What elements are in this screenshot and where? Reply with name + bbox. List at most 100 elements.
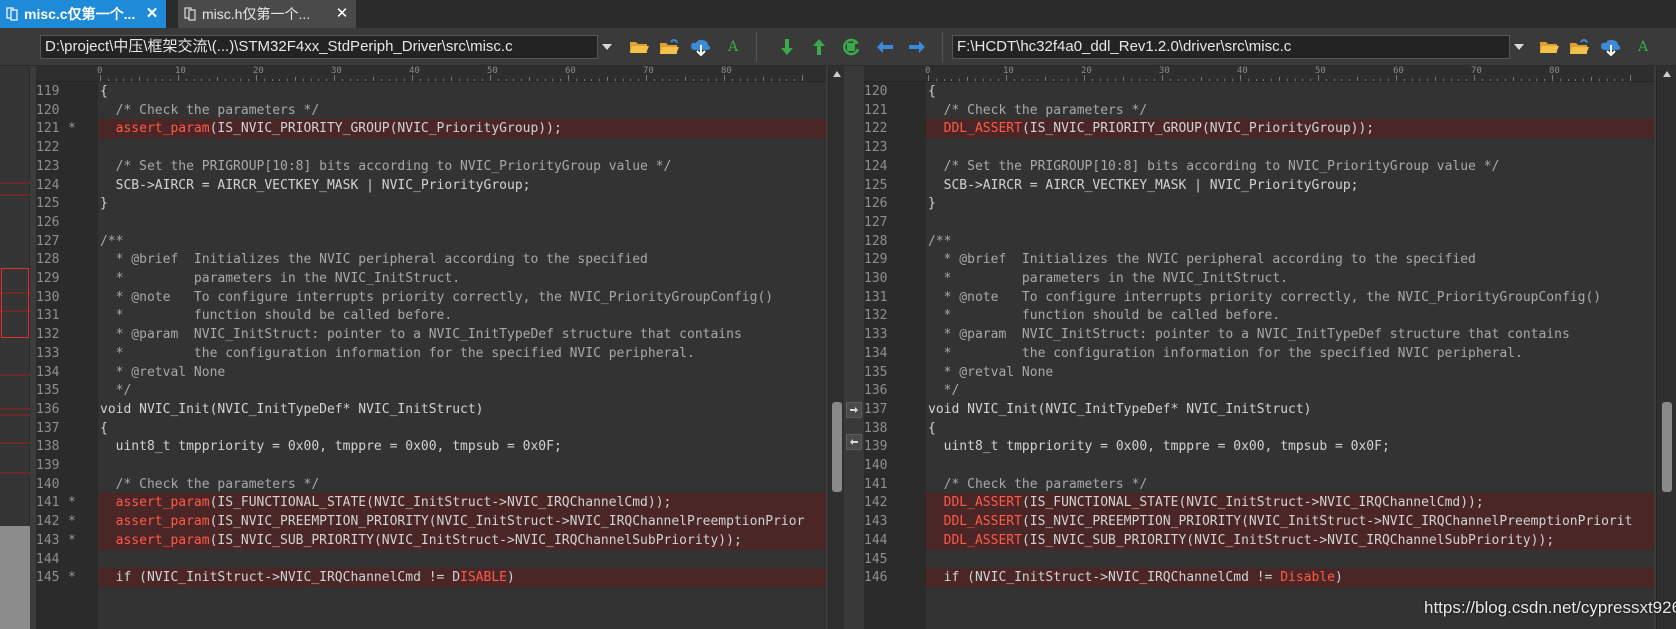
code-line[interactable]: * the configuration information for the … (926, 344, 1654, 364)
open-folder-icon[interactable] (628, 36, 650, 58)
code-line[interactable]: * parameters in the NVIC_InitStruct. (926, 269, 1654, 289)
save-cloud-icon[interactable] (1600, 36, 1622, 58)
ruler-tick (716, 79, 718, 81)
scrollbar-thumb[interactable] (1662, 402, 1672, 492)
code-line[interactable]: * @retval None (926, 363, 1654, 383)
code-line[interactable]: /* Set the PRIGROUP[10:8] bits according… (98, 157, 826, 177)
code-line[interactable] (98, 138, 826, 158)
code-line[interactable]: * @note To configure interrupts priority… (926, 288, 1654, 308)
code-line[interactable]: * @brief Initializes the NVIC peripheral… (98, 250, 826, 270)
ruler-tick (380, 79, 382, 81)
code-line[interactable]: */ (926, 381, 1654, 401)
code-line[interactable] (98, 456, 826, 476)
code-line[interactable]: DDL_ASSERT(IS_NVIC_PRIORITY_GROUP(NVIC_P… (926, 119, 1654, 139)
code-line[interactable]: assert_param(IS_NVIC_PREEMPTION_PRIORITY… (98, 512, 826, 532)
ruler-tick (1052, 79, 1054, 81)
code-line[interactable]: SCB->AIRCR = AIRCR_VECTKEY_MASK | NVIC_P… (926, 176, 1654, 196)
code-line[interactable] (926, 456, 1654, 476)
save-cloud-icon[interactable] (690, 36, 712, 58)
right-vertical-scrollbar[interactable] (1656, 66, 1676, 629)
code-line[interactable]: DDL_ASSERT(IS_NVIC_PREEMPTION_PRIORITY(N… (926, 512, 1654, 532)
code-token: DDL_ASSERT (943, 121, 1022, 137)
open-folder-icon[interactable] (1538, 36, 1560, 58)
tab-misc-c[interactable]: misc.c仅第一个... ✕ (0, 0, 166, 28)
code-token: */ (928, 383, 960, 399)
left-path-field[interactable]: D:\project\中压\框架交流\(...)\STM32F4xx_StdPe… (40, 35, 598, 59)
font-icon[interactable]: A (722, 36, 744, 58)
code-line[interactable]: DDL_ASSERT(IS_FUNCTIONAL_STATE(NVIC_Init… (926, 493, 1654, 513)
code-line[interactable]: * @retval None (98, 363, 826, 383)
code-line[interactable]: * @brief Initializes the NVIC peripheral… (926, 250, 1654, 270)
previous-diff-icon[interactable] (808, 36, 830, 58)
chevron-down-icon[interactable] (1508, 35, 1530, 59)
left-code-pane[interactable]: 0 10 20 30 40 50 60 70 80 { /* Check the paramet… (36, 66, 826, 629)
scroll-up-arrow-icon[interactable] (1661, 68, 1673, 80)
code-line[interactable]: uint8_t tmppriority = 0x00, tmppre = 0x0… (98, 437, 826, 457)
code-line[interactable]: /* Check the parameters */ (98, 475, 826, 495)
next-diff-icon[interactable] (776, 36, 798, 58)
scroll-up-arrow-icon[interactable] (831, 68, 843, 80)
code-line[interactable]: assert_param(IS_FUNCTIONAL_STATE(NVIC_In… (98, 493, 826, 513)
code-text-area[interactable]: { /* Check the parameters */ DDL_ASSERT(… (926, 82, 1654, 629)
code-line[interactable]: { (98, 419, 826, 439)
code-line[interactable]: * the configuration information for the … (98, 344, 826, 364)
left-vertical-scrollbar[interactable] (828, 66, 844, 629)
code-line[interactable]: /** (926, 232, 1654, 252)
code-line[interactable]: assert_param(IS_NVIC_PRIORITY_GROUP(NVIC… (98, 119, 826, 139)
right-path-field[interactable]: F:\HCDT\hc32f4a0_ddl_Rev1.2.0\driver\src… (952, 35, 1510, 59)
close-icon[interactable]: ✕ (144, 6, 160, 22)
code-line[interactable]: * @note To configure interrupts priority… (98, 288, 826, 308)
ruler-tick (1544, 79, 1546, 81)
code-line[interactable] (926, 213, 1654, 233)
code-line[interactable]: if (NVIC_InitStruct->NVIC_IRQChannelCmd … (98, 568, 826, 588)
code-line[interactable]: SCB->AIRCR = AIRCR_VECTKEY_MASK | NVIC_P… (98, 176, 826, 196)
code-line[interactable] (98, 213, 826, 233)
code-line[interactable]: * parameters in the NVIC_InitStruct. (98, 269, 826, 289)
code-line[interactable] (926, 550, 1654, 570)
code-text-area[interactable]: { /* Check the parameters */ assert_para… (98, 82, 826, 629)
recent-folder-icon[interactable] (1568, 36, 1590, 58)
recent-folder-icon[interactable] (658, 36, 680, 58)
code-line[interactable]: * function should be called before. (926, 306, 1654, 326)
close-icon[interactable]: ✕ (334, 6, 350, 22)
refresh-icon[interactable] (840, 36, 862, 58)
code-line[interactable] (926, 138, 1654, 158)
scrollbar-thumb[interactable] (832, 402, 842, 492)
code-line[interactable]: /* Check the parameters */ (926, 101, 1654, 121)
code-line[interactable]: void NVIC_Init(NVIC_InitTypeDef* NVIC_In… (926, 400, 1654, 420)
code-line[interactable]: { (926, 82, 1654, 102)
code-line[interactable]: { (98, 82, 826, 102)
code-line[interactable]: /* Check the parameters */ (98, 101, 826, 121)
copy-right-icon[interactable] (906, 36, 928, 58)
code-line[interactable]: * @param NVIC_InitStruct: pointer to a N… (98, 325, 826, 345)
code-line[interactable]: DDL_ASSERT(IS_NVIC_SUB_PRIORITY(NVIC_Ini… (926, 531, 1654, 551)
code-line[interactable]: * @param NVIC_InitStruct: pointer to a N… (926, 325, 1654, 345)
tab-label: misc.c仅第一个... (24, 6, 136, 22)
ruler-tick (302, 79, 304, 81)
tab-misc-h[interactable]: misc.h仅第一个... ✕ (178, 0, 356, 28)
code-line[interactable]: /* Check the parameters */ (926, 475, 1654, 495)
code-line[interactable]: /** (98, 232, 826, 252)
copy-left-icon[interactable] (874, 36, 896, 58)
merge-right-arrow-icon[interactable] (846, 402, 862, 418)
code-line[interactable]: uint8_t tmppriority = 0x00, tmppre = 0x0… (926, 437, 1654, 457)
code-line[interactable]: * function should be called before. (98, 306, 826, 326)
code-line[interactable]: void NVIC_Init(NVIC_InitTypeDef* NVIC_In… (98, 400, 826, 420)
line-number: 131 (864, 289, 888, 305)
code-line[interactable]: { (926, 419, 1654, 439)
code-line[interactable]: /* Set the PRIGROUP[10:8] bits according… (926, 157, 1654, 177)
code-line[interactable]: assert_param(IS_NVIC_SUB_PRIORITY(NVIC_I… (98, 531, 826, 551)
code-line[interactable]: if (NVIC_InitStruct->NVIC_IRQChannelCmd … (926, 568, 1654, 588)
diff-marker: * (68, 495, 76, 511)
code-line[interactable] (98, 550, 826, 570)
code-line[interactable]: } (98, 194, 826, 214)
diff-overview-map[interactable] (0, 66, 30, 629)
font-icon[interactable]: A (1632, 36, 1654, 58)
code-line[interactable]: */ (98, 381, 826, 401)
code-line[interactable]: } (926, 194, 1654, 214)
overview-viewport-frame[interactable] (1, 268, 29, 338)
chevron-down-icon[interactable] (596, 35, 618, 59)
right-code-pane[interactable]: 0 10 20 30 40 50 60 70 80 { /* Check the paramet… (864, 66, 1654, 629)
merge-left-arrow-icon[interactable] (846, 434, 862, 450)
